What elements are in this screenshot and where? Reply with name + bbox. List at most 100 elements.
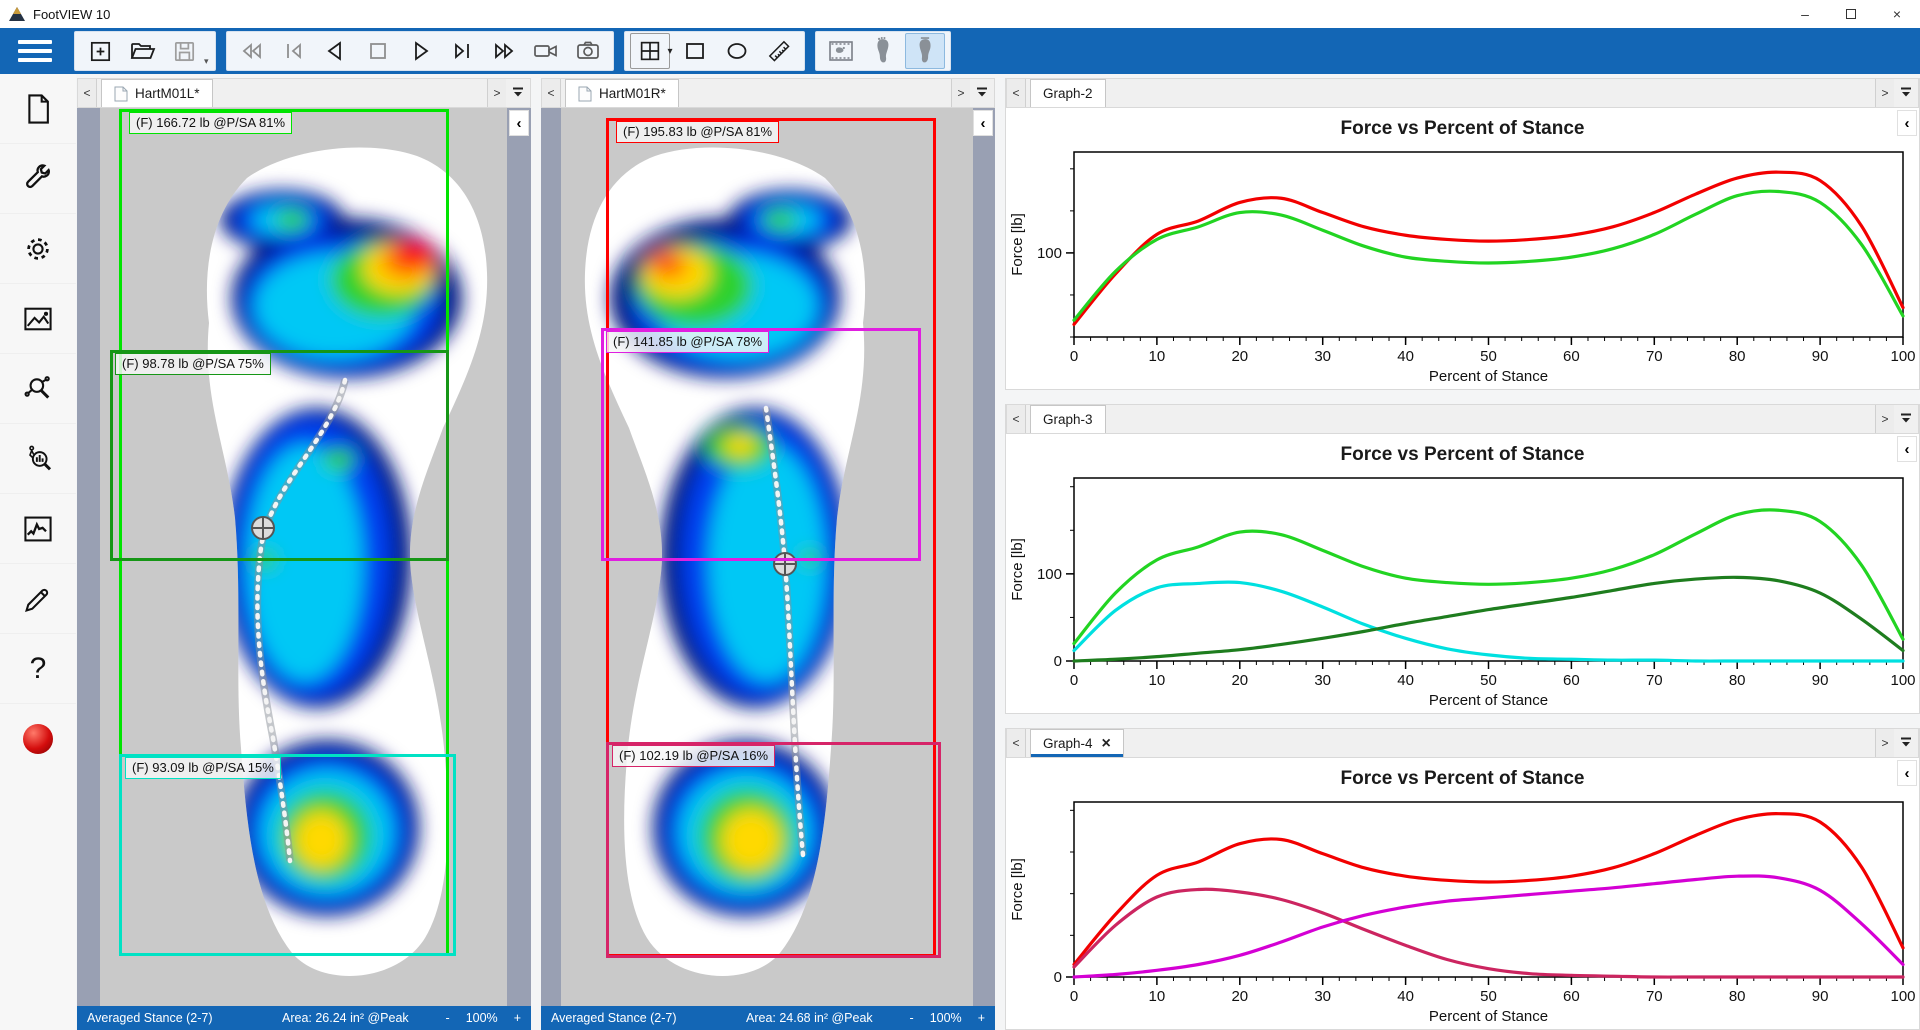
sidebar-item-settings[interactable]: [0, 214, 76, 284]
snapshot-button[interactable]: [568, 33, 608, 69]
tab-list-button[interactable]: [1894, 405, 1918, 433]
save-button[interactable]: [164, 33, 204, 69]
maximize-button[interactable]: [1828, 0, 1874, 28]
fast-forward-icon: [490, 37, 518, 65]
zoom-in-button[interactable]: +: [514, 1011, 521, 1025]
zoom-in-button[interactable]: +: [978, 1011, 985, 1025]
region-heel[interactable]: [119, 754, 456, 956]
graph-2-tabbar: < Graph-2 >: [1006, 78, 1919, 108]
file-group-caret-icon[interactable]: ▾: [204, 56, 209, 67]
sidebar-item-help[interactable]: ?: [0, 634, 76, 704]
left-foot-icon: [913, 37, 937, 65]
tab-graph-4[interactable]: Graph-4 ×: [1030, 729, 1124, 757]
step-back-button[interactable]: [316, 33, 356, 69]
tab-list-button[interactable]: [506, 79, 530, 107]
tab-scroll-right-button[interactable]: >: [1875, 79, 1894, 107]
open-button[interactable]: [122, 33, 162, 69]
right-foot-view-button[interactable]: [863, 33, 903, 69]
tab-list-button[interactable]: [970, 79, 994, 107]
left-foot-statusbar: Averaged Stance (2-7) Area: 26.24 in² @P…: [77, 1006, 531, 1030]
ellipse-tool-button[interactable]: [717, 33, 757, 69]
left-foot-tabbar: < HartM01L* >: [77, 78, 531, 108]
svg-text:Force [lb]: Force [lb]: [1009, 858, 1026, 921]
zoom-out-button[interactable]: -: [446, 1011, 450, 1025]
graph-4-chart-area: ‹ Force vs Percent of Stance 01020304050…: [1006, 758, 1919, 1029]
svg-text:100: 100: [1890, 348, 1915, 365]
tab-close-icon[interactable]: ×: [1102, 735, 1111, 753]
zoom-out-button[interactable]: -: [910, 1011, 914, 1025]
panel-collapse-button[interactable]: ‹: [509, 110, 529, 136]
ruler-tool-button[interactable]: [759, 33, 799, 69]
zoom-level: 100%: [466, 1011, 498, 1025]
chart-title: Force vs Percent of Stance: [1006, 108, 1919, 144]
tab-list-button[interactable]: [1894, 729, 1918, 757]
sidebar-item-tools[interactable]: [0, 144, 76, 214]
menu-button[interactable]: [6, 28, 64, 74]
left-foot-view-button[interactable]: [905, 33, 945, 69]
region-forefoot[interactable]: [110, 350, 449, 561]
graph-2-chart-area: ‹ Force vs Percent of Stance 01020304050…: [1006, 108, 1919, 389]
svg-text:100: 100: [1890, 672, 1915, 689]
tab-label: Graph-3: [1043, 412, 1093, 427]
chart-title: Force vs Percent of Stance: [1006, 758, 1919, 794]
panel-collapse-button[interactable]: ‹: [973, 110, 993, 136]
right-foot-panel: < HartM01R* >: [541, 78, 995, 1030]
tab-graph-2[interactable]: Graph-2: [1030, 79, 1106, 107]
tab-list-icon: [1900, 87, 1912, 100]
svg-text:50: 50: [1480, 348, 1497, 365]
tab-scroll-left-button[interactable]: <: [1007, 729, 1026, 757]
chart-title: Force vs Percent of Stance: [1006, 434, 1919, 470]
region-forefoot[interactable]: [601, 328, 921, 561]
zoom-analyze-icon: [22, 373, 54, 405]
tab-list-button[interactable]: [1894, 79, 1918, 107]
sidebar-item-record[interactable]: [0, 704, 76, 774]
tab-scroll-right-button[interactable]: >: [1875, 729, 1894, 757]
step-first-button[interactable]: [274, 33, 314, 69]
tab-hartm01r[interactable]: HartM01R*: [565, 79, 679, 107]
step-last-button[interactable]: [442, 33, 482, 69]
rectangle-tool-button[interactable]: [675, 33, 715, 69]
svg-text:50: 50: [1480, 672, 1497, 689]
tab-scroll-left-button[interactable]: <: [542, 79, 561, 107]
region-heel[interactable]: [606, 742, 941, 958]
tab-scroll-right-button[interactable]: >: [1875, 405, 1894, 433]
panel-collapse-button[interactable]: ‹: [1897, 436, 1917, 462]
tab-scroll-right-button[interactable]: >: [951, 79, 970, 107]
svg-text:30: 30: [1314, 348, 1331, 365]
stop-button[interactable]: [358, 33, 398, 69]
fast-forward-button[interactable]: [484, 33, 524, 69]
tab-list-icon: [1900, 413, 1912, 426]
new-trial-button[interactable]: [80, 33, 120, 69]
app-logo-icon: [8, 6, 26, 22]
record-video-button[interactable]: [526, 33, 566, 69]
tab-hartm01l[interactable]: HartM01L*: [101, 79, 213, 107]
sidebar-item-document[interactable]: [0, 74, 76, 144]
grid-tool-button[interactable]: [630, 33, 670, 69]
svg-text:70: 70: [1646, 348, 1663, 365]
force-chart: 0102030405060708090100Percent of Stance0…: [1006, 794, 1919, 1029]
grid-dropdown-caret-icon[interactable]: ▾: [668, 46, 673, 57]
tab-graph-3[interactable]: Graph-3: [1030, 405, 1106, 433]
pressure-movie-button[interactable]: [821, 33, 861, 69]
tab-scroll-left-button[interactable]: <: [1007, 405, 1026, 433]
panel-collapse-button[interactable]: ‹: [1897, 110, 1917, 136]
play-button[interactable]: [400, 33, 440, 69]
panel-collapse-button[interactable]: ‹: [1897, 760, 1917, 786]
minimize-button[interactable]: –: [1782, 0, 1828, 28]
sidebar-item-zoom-analyze[interactable]: [0, 354, 76, 424]
title-bar: FootVIEW 10 – ×: [0, 0, 1920, 28]
sidebar-item-subject-analyze[interactable]: [0, 424, 76, 494]
sidebar-item-graphs[interactable]: [0, 494, 76, 564]
svg-text:0: 0: [1070, 348, 1078, 365]
svg-text:Percent of Stance: Percent of Stance: [1429, 692, 1548, 709]
rewind-button[interactable]: [232, 33, 272, 69]
sidebar-item-images[interactable]: [0, 284, 76, 354]
sidebar-item-edit[interactable]: [0, 564, 76, 634]
graph-2-panel: < Graph-2 > ‹ Force vs Percent of Stance: [1005, 78, 1920, 390]
close-button[interactable]: ×: [1874, 0, 1920, 28]
tab-scroll-left-button[interactable]: <: [78, 79, 97, 107]
views-toolbar-group: [815, 31, 951, 71]
tab-scroll-right-button[interactable]: >: [487, 79, 506, 107]
svg-text:20: 20: [1231, 988, 1248, 1005]
tab-scroll-left-button[interactable]: <: [1007, 79, 1026, 107]
